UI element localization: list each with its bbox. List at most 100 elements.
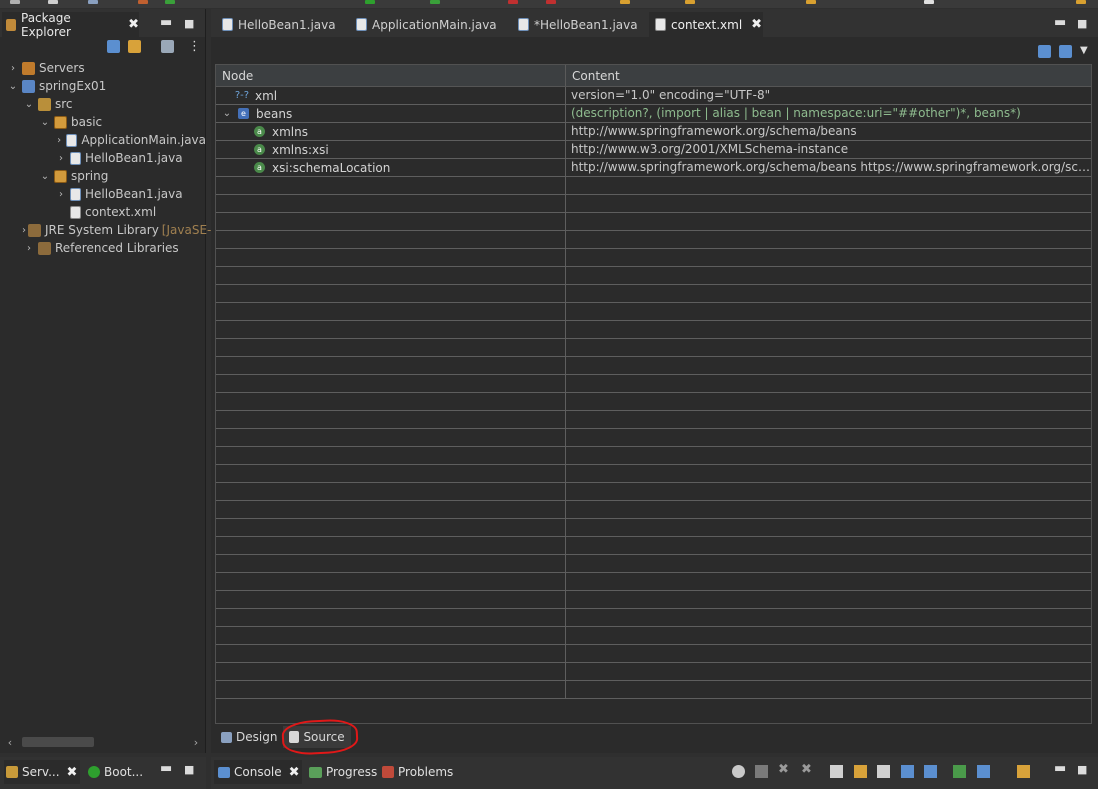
show-on-output-icon[interactable]: [901, 765, 914, 778]
scroll-right-icon[interactable]: ›: [190, 736, 202, 749]
tab-console[interactable]: Console ✖: [214, 760, 302, 784]
collapse-icon[interactable]: ⌄: [38, 171, 52, 182]
tab-boot-dashboard[interactable]: Boot...: [88, 760, 152, 784]
table-row[interactable]: a xsi:schemaLocation http://www.springfr…: [216, 159, 1091, 177]
pin-console-icon[interactable]: [732, 765, 745, 778]
toolbar-icon[interactable]: [924, 0, 934, 4]
tree-item-referenced-libraries[interactable]: › Referenced Libraries: [0, 239, 206, 257]
filter-icon[interactable]: [161, 40, 174, 53]
close-icon[interactable]: ✖: [67, 765, 78, 780]
empty-content-cell: [566, 609, 1091, 626]
tree-item-src[interactable]: ⌄ src: [0, 95, 206, 113]
maximize-icon[interactable]: ■: [184, 763, 194, 776]
toolbar-icon[interactable]: [1076, 0, 1086, 4]
tab-design[interactable]: Design: [215, 726, 283, 748]
tree-item-package-basic[interactable]: ⌄ basic: [0, 113, 206, 131]
toolbar-icon[interactable]: [508, 0, 518, 4]
scrollbar-thumb[interactable]: [22, 737, 94, 747]
view-menu-icon[interactable]: ⋮: [188, 39, 201, 54]
minimize-icon[interactable]: ▬: [160, 15, 172, 30]
toolbar-icon[interactable]: [88, 0, 98, 4]
tab-problems[interactable]: Problems: [382, 760, 462, 784]
minimize-icon[interactable]: ▬: [1054, 15, 1066, 30]
terminate-icon[interactable]: [755, 765, 768, 778]
toolbar-icon[interactable]: [685, 0, 695, 4]
toolbar-icon[interactable]: [165, 0, 175, 4]
column-header-node[interactable]: Node: [216, 65, 566, 86]
toolbar-icon[interactable]: [48, 0, 58, 4]
empty-content-cell: [566, 681, 1091, 698]
editor-page-tabs: Design Source: [215, 718, 1092, 756]
display-console-icon[interactable]: [977, 765, 990, 778]
scrollbar-track[interactable]: [16, 735, 190, 749]
table-row[interactable]: a xmlns:xsi http://www.w3.org/2001/XMLSc…: [216, 141, 1091, 159]
scroll-left-icon[interactable]: ‹: [4, 736, 16, 749]
new-console-icon[interactable]: [1017, 765, 1030, 778]
remove-launch-icon[interactable]: ✖: [778, 762, 791, 777]
empty-node-cell: [216, 663, 566, 680]
empty-node-cell: [216, 609, 566, 626]
close-icon[interactable]: ✖: [289, 765, 300, 780]
tree-item-hellobean1-basic[interactable]: › HelloBean1.java: [0, 149, 206, 167]
xml-file-icon: [655, 18, 666, 31]
tree-item-package-spring[interactable]: ⌄ spring: [0, 167, 206, 185]
horizontal-scrollbar[interactable]: ‹ ›: [4, 735, 202, 749]
close-icon[interactable]: ✖: [128, 17, 139, 32]
tab-source[interactable]: Source: [283, 726, 351, 748]
tab-applicationmain[interactable]: ApplicationMain.java: [351, 12, 501, 37]
collapse-all-icon[interactable]: [107, 40, 120, 53]
toolbar-icon[interactable]: [546, 0, 556, 4]
expand-icon[interactable]: ›: [6, 63, 20, 74]
tab-context-xml[interactable]: context.xml ✖: [649, 12, 763, 37]
collapse-all-icon[interactable]: [1059, 45, 1072, 58]
maximize-icon[interactable]: ■: [184, 17, 194, 30]
toolbar-icon[interactable]: [806, 0, 816, 4]
table-row[interactable]: ?-? xml version="1.0" encoding="UTF-8": [216, 87, 1091, 105]
toolbar-icon[interactable]: [620, 0, 630, 4]
empty-content-cell: [566, 465, 1091, 482]
toolbar-icon[interactable]: [138, 0, 148, 4]
toolbar-icon[interactable]: [10, 0, 20, 4]
column-header-content[interactable]: Content: [566, 65, 620, 86]
maximize-icon[interactable]: ■: [1077, 17, 1087, 30]
expand-icon[interactable]: ›: [22, 243, 36, 254]
empty-table-row: [216, 555, 1091, 573]
collapse-icon[interactable]: ⌄: [220, 108, 234, 119]
maximize-icon[interactable]: ■: [1077, 763, 1087, 776]
minimize-icon[interactable]: ▬: [160, 761, 172, 776]
table-row[interactable]: ⌄ e beans (description?, (import | alias…: [216, 105, 1091, 123]
expand-icon[interactable]: ›: [54, 135, 64, 146]
tree-item-jre-library[interactable]: › JRE System Library [JavaSE-: [0, 221, 211, 239]
tree-item-hellobean1-spring[interactable]: › HelloBean1.java: [0, 185, 206, 203]
tree-item-context-xml[interactable]: context.xml: [0, 203, 206, 221]
collapse-icon[interactable]: ⌄: [38, 117, 52, 128]
tree-item-applicationmain[interactable]: › ApplicationMain.java: [0, 131, 206, 149]
collapse-icon[interactable]: ⌄: [22, 99, 36, 110]
word-wrap-icon[interactable]: [877, 765, 890, 778]
tab-servers[interactable]: Serv... ✖: [4, 760, 80, 784]
minimize-icon[interactable]: ▬: [1054, 761, 1066, 776]
open-console-icon[interactable]: [953, 765, 966, 778]
toolbar-icon[interactable]: [430, 0, 440, 4]
tree-item-servers[interactable]: › Servers: [0, 59, 206, 77]
tab-hellobean1-dirty[interactable]: *HelloBean1.java: [513, 12, 639, 37]
scroll-lock-icon[interactable]: [854, 765, 867, 778]
table-row[interactable]: a xmlns http://www.springframework.org/s…: [216, 123, 1091, 141]
clear-console-icon[interactable]: [830, 765, 843, 778]
tree-item-project[interactable]: ⌄ springEx01: [0, 77, 206, 95]
dropdown-icon[interactable]: ▼: [1080, 45, 1090, 58]
toolbar-icon[interactable]: [365, 0, 375, 4]
show-on-error-icon[interactable]: [924, 765, 937, 778]
tab-package-explorer[interactable]: Package Explorer ✖: [2, 11, 139, 39]
expand-icon[interactable]: ›: [54, 189, 68, 200]
remove-all-icon[interactable]: ✖: [801, 762, 814, 777]
link-with-editor-icon[interactable]: [128, 40, 141, 53]
expand-icon[interactable]: ›: [54, 153, 68, 164]
expand-icon[interactable]: ›: [22, 225, 26, 236]
collapse-icon[interactable]: ⌄: [6, 81, 20, 92]
expand-all-icon[interactable]: [1038, 45, 1051, 58]
tab-hellobean1[interactable]: HelloBean1.java: [217, 12, 339, 37]
source-folder-icon: [38, 97, 51, 111]
close-icon[interactable]: ✖: [751, 17, 762, 32]
tab-progress[interactable]: Progress: [309, 760, 377, 784]
